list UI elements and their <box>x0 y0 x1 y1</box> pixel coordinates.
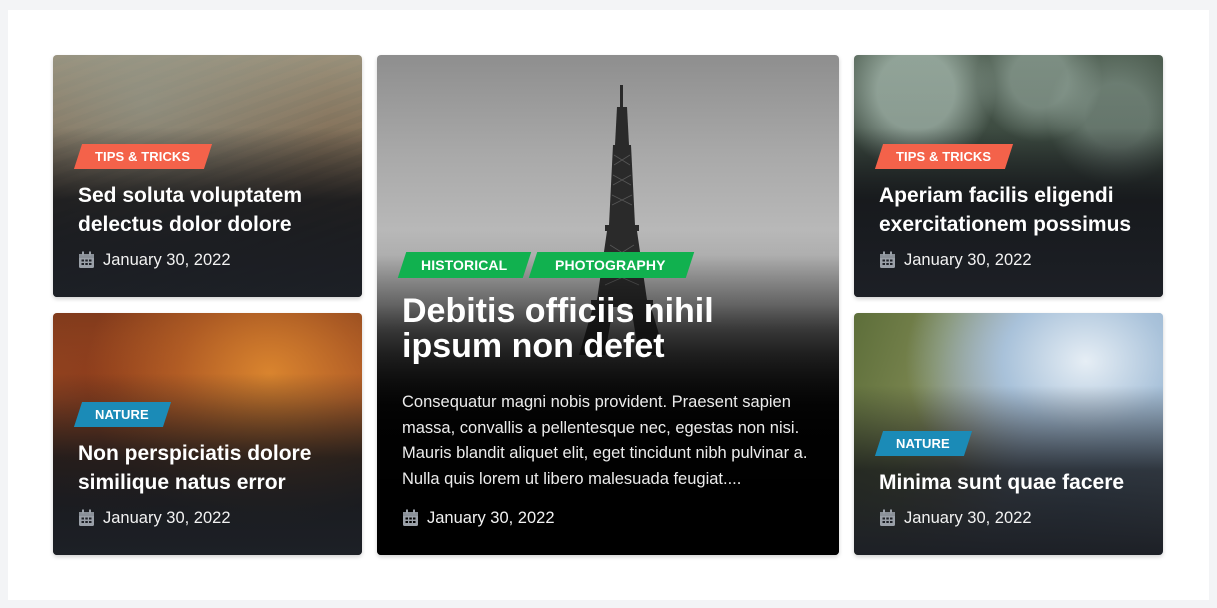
tag-tips-tricks[interactable]: TIPS & TRICKS <box>73 144 213 169</box>
post-date: January 30, 2022 <box>879 506 1143 530</box>
post-title[interactable]: Aperiam facilis eligendi exercitationem … <box>879 181 1143 239</box>
post-title[interactable]: Non perspiciatis dolore similique natus … <box>78 439 342 497</box>
featured-post-card[interactable]: HISTORICAL PHOTOGRAPHY Debitis officiis … <box>377 55 839 555</box>
calendar-icon <box>403 509 418 526</box>
date-text: January 30, 2022 <box>427 508 555 527</box>
tag-nature[interactable]: NATURE <box>874 431 972 456</box>
post-title[interactable]: Minima sunt quae facere <box>879 468 1143 497</box>
post-card-content: NATURE Minima sunt quae facere January 3… <box>874 431 1143 555</box>
date-text: January 30, 2022 <box>103 508 231 527</box>
post-date: January 30, 2022 <box>402 506 815 530</box>
date-text: January 30, 2022 <box>904 508 1032 527</box>
date-text: January 30, 2022 <box>904 250 1032 269</box>
calendar-icon <box>79 251 94 268</box>
post-card-content: NATURE Non perspiciatis dolore similique… <box>73 402 342 555</box>
post-card-content: TIPS & TRICKS Sed soluta voluptatem dele… <box>73 144 342 297</box>
post-card-4[interactable]: TIPS & TRICKS Aperiam facilis eligendi e… <box>854 55 1163 297</box>
post-date: January 30, 2022 <box>78 248 342 272</box>
tag-historical[interactable]: HISTORICAL <box>397 252 532 278</box>
post-card-5[interactable]: NATURE Minima sunt quae facere January 3… <box>854 313 1163 555</box>
post-card-1[interactable]: TIPS & TRICKS Sed soluta voluptatem dele… <box>53 55 362 297</box>
post-card-content: TIPS & TRICKS Aperiam facilis eligendi e… <box>874 144 1143 297</box>
featured-post-title[interactable]: Debitis officiis nihil ipsum non defet <box>402 294 815 364</box>
post-excerpt: Consequatur magni nobis provident. Praes… <box>402 393 808 488</box>
tag-photography[interactable]: PHOTOGRAPHY <box>529 252 695 278</box>
post-date: January 30, 2022 <box>78 506 342 530</box>
calendar-icon <box>880 509 895 526</box>
calendar-icon <box>79 509 94 526</box>
post-title[interactable]: Sed soluta voluptatem delectus dolor dol… <box>78 181 342 239</box>
post-date: January 30, 2022 <box>879 248 1143 272</box>
post-card-2[interactable]: NATURE Non perspiciatis dolore similique… <box>53 313 362 555</box>
date-text: January 30, 2022 <box>103 250 231 269</box>
calendar-icon <box>880 251 895 268</box>
post-card-content: HISTORICAL PHOTOGRAPHY Debitis officiis … <box>397 252 815 555</box>
tag-nature[interactable]: NATURE <box>73 402 171 427</box>
featured-posts-section: TIPS & TRICKS Sed soluta voluptatem dele… <box>8 10 1209 600</box>
tag-tips-tricks[interactable]: TIPS & TRICKS <box>874 144 1014 169</box>
